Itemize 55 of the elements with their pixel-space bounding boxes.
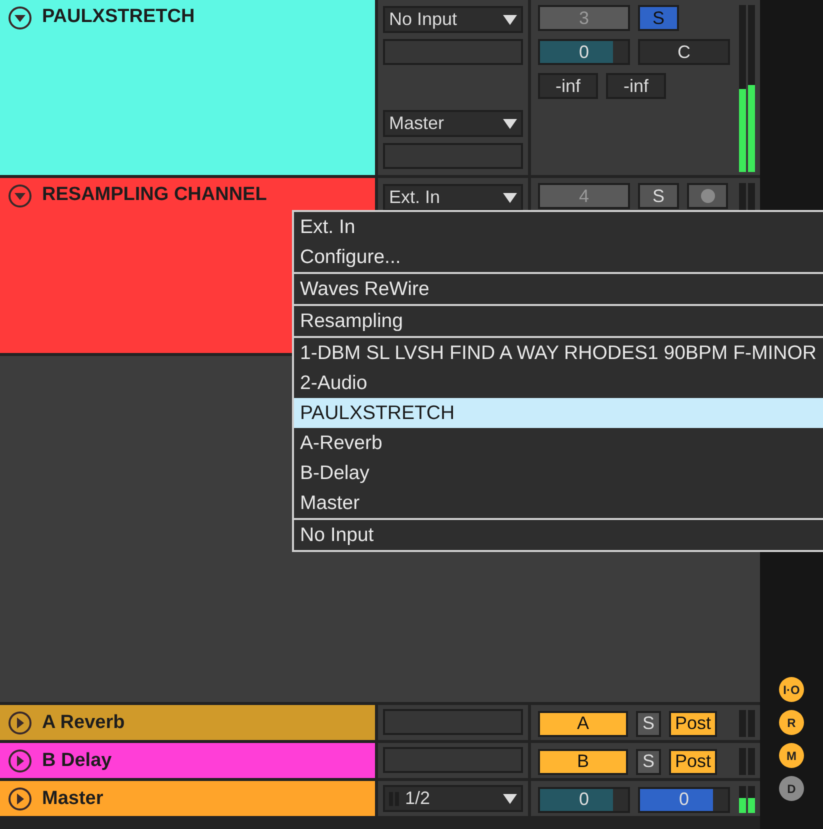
input-dropdown[interactable]: Ext. In <box>383 184 523 211</box>
post-button[interactable]: Post <box>669 710 717 736</box>
level-meter <box>739 710 755 737</box>
solo-button[interactable]: S <box>638 183 679 209</box>
return-label: A <box>538 710 628 736</box>
expand-icon[interactable] <box>8 710 32 734</box>
track-header[interactable]: B Delay <box>0 743 375 778</box>
peak-readout: -inf <box>606 73 666 99</box>
menu-item[interactable]: PAULXSTRETCH <box>294 398 823 428</box>
volume-field[interactable]: 0 <box>538 39 630 65</box>
output-dropdown[interactable]: 1/2 <box>383 785 523 812</box>
toggle-button[interactable]: M <box>779 743 804 768</box>
expand-icon[interactable] <box>8 786 32 810</box>
peak-readout: -inf <box>538 73 598 99</box>
menu-item[interactable]: No Input <box>294 520 823 550</box>
input-channel-field[interactable] <box>383 39 523 65</box>
menu-item[interactable]: B-Delay <box>294 458 823 488</box>
caret-icon <box>503 14 517 24</box>
volume-field[interactable]: 0 <box>638 786 730 812</box>
input-dropdown[interactable]: No Input <box>383 6 523 33</box>
output-field[interactable] <box>383 709 523 735</box>
output-dropdown[interactable]: Master <box>383 110 523 137</box>
arm-button[interactable] <box>687 183 728 209</box>
track-name: RESAMPLING CHANNEL <box>42 184 267 206</box>
solo-button[interactable]: S <box>636 710 661 736</box>
caret-icon <box>503 192 517 202</box>
post-button[interactable]: Post <box>669 748 717 774</box>
toggle-button[interactable]: I·O <box>779 677 804 702</box>
menu-item[interactable]: A-Reverb <box>294 428 823 458</box>
return-label: B <box>538 748 628 774</box>
track-header[interactable]: PAULXSTRETCH <box>0 0 375 175</box>
track-name: A Reverb <box>42 712 125 734</box>
output-channel-field[interactable] <box>383 143 523 169</box>
pan-field[interactable]: C <box>638 39 730 65</box>
menu-item[interactable]: Resampling <box>294 306 823 336</box>
level-meter <box>739 748 755 775</box>
menu-item[interactable]: Waves ReWire <box>294 274 823 304</box>
track-name: PAULXSTRETCH <box>42 6 195 28</box>
volume-field[interactable]: 0 <box>538 786 630 812</box>
collapse-icon[interactable] <box>8 6 32 30</box>
solo-button[interactable]: S <box>636 748 661 774</box>
track-name: Master <box>42 788 104 810</box>
track-header[interactable]: A Reverb <box>0 705 375 740</box>
level-meter <box>739 786 755 813</box>
record-icon <box>700 189 714 203</box>
menu-item[interactable]: 2-Audio <box>294 368 823 398</box>
track-name: B Delay <box>42 750 112 772</box>
toggle-button[interactable]: D <box>779 776 804 801</box>
toggle-button[interactable]: R <box>779 710 804 735</box>
caret-icon <box>503 794 517 804</box>
track-header[interactable]: Master <box>0 781 375 816</box>
output-field[interactable] <box>383 747 523 773</box>
menu-item[interactable]: Master <box>294 488 823 518</box>
expand-icon[interactable] <box>8 748 32 772</box>
caret-icon <box>503 118 517 128</box>
